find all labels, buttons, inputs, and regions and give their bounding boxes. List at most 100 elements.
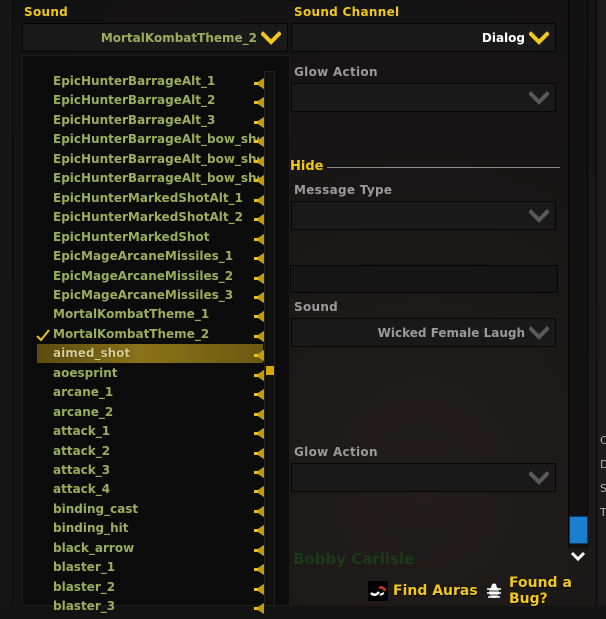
sound-option-label: EpicHunterMarkedShot <box>53 229 210 244</box>
sound-option-label: EpicMageArcaneMissiles_2 <box>53 268 234 283</box>
chevron-down-icon[interactable] <box>529 90 549 105</box>
found-a-bug-label: Found a Bug? <box>509 575 572 607</box>
hide-sound-value: Wicked Female Laugh <box>377 325 525 340</box>
scroll-down-icon[interactable] <box>570 549 586 563</box>
sound-option-label: MortalKombatTheme_1 <box>53 307 210 322</box>
sound-options-list[interactable]: EpicHunterBarrageAlt_1 EpicHunterBarrageA… <box>22 55 290 615</box>
chevron-down-icon[interactable] <box>529 30 549 45</box>
bug-icon <box>484 581 504 601</box>
glow-action-dropdown[interactable] <box>291 83 556 112</box>
sound-option[interactable]: attack_3 <box>37 461 264 480</box>
sound-option-label: EpicHunterBarrageAlt_bow_shoot... <box>53 132 259 147</box>
find-auras-label: Find Auras <box>393 583 478 599</box>
side-panel-letter: T <box>600 506 606 519</box>
section-divider <box>327 167 560 168</box>
sound-option-label: EpicHunterBarrageAlt_bow_shoot... <box>53 151 259 166</box>
sound-option[interactable]: EpicHunterBarrageAlt_bow_shoot... <box>37 130 264 149</box>
glow-action-label: Glow Action <box>294 65 378 79</box>
sound-option-label: black_arrow <box>53 540 135 555</box>
sound-option[interactable]: EpicHunterMarkedShot <box>37 228 264 247</box>
sound-option[interactable]: MortalKombatTheme_1 <box>37 305 264 324</box>
sound-channel-value: Dialog <box>481 30 525 45</box>
glow-action-2-dropdown[interactable] <box>291 463 556 492</box>
side-panel-letter: D <box>600 458 606 471</box>
chevron-down-icon[interactable] <box>529 208 549 223</box>
sound-option[interactable]: EpicMageArcaneMissiles_3 <box>37 286 264 305</box>
message-type-dropdown[interactable] <box>291 201 556 230</box>
sound-option[interactable]: arcane_1 <box>37 383 264 402</box>
glow-action-2-label: Glow Action <box>294 445 378 459</box>
sound-option[interactable]: EpicHunterBarrageAlt_1 <box>37 72 264 91</box>
sound-option[interactable]: black_arrow <box>37 539 264 558</box>
chevron-down-icon[interactable] <box>529 325 549 340</box>
sound-list-scroll-thumb[interactable] <box>266 366 274 376</box>
sound-option-label: EpicMageArcaneMissiles_1 <box>53 249 234 264</box>
sound-option[interactable]: binding_hit <box>37 519 264 538</box>
sound-option[interactable]: blaster_3 <box>37 597 264 616</box>
sound-option[interactable]: EpicHunterMarkedShotAlt_2 <box>37 208 264 227</box>
sound-option-label: EpicHunterMarkedShotAlt_2 <box>53 210 243 225</box>
message-text-input[interactable] <box>290 265 558 293</box>
chevron-down-icon[interactable] <box>261 30 281 45</box>
sound-option-label: EpicHunterBarrageAlt_1 <box>53 74 216 88</box>
sound-option-label: blaster_2 <box>53 579 116 594</box>
sound-option-label: EpicHunterMarkedShotAlt_1 <box>53 190 243 205</box>
sound-option-label: EpicHunterBarrageAlt_2 <box>53 93 216 108</box>
hide-sound-dropdown[interactable]: Wicked Female Laugh <box>291 318 556 347</box>
sound-option-label: attack_2 <box>53 443 111 458</box>
sound-option-label: arcane_2 <box>53 404 114 419</box>
sound-option-label: blaster_3 <box>53 599 116 614</box>
chevron-down-icon[interactable] <box>529 470 549 485</box>
options-scrollbar-track[interactable] <box>568 0 588 548</box>
sound-option-label: EpicHunterBarrageAlt_bow_shoot... <box>53 171 259 186</box>
sound-option-label: binding_cast <box>53 501 139 516</box>
hide-section-title: Hide <box>290 159 324 174</box>
sound-option[interactable]: MortalKombatTheme_2 <box>35 325 264 344</box>
side-panel-letter: S <box>600 482 606 495</box>
sound-option[interactable]: attack_2 <box>37 442 264 461</box>
sound-option-label: EpicMageArcaneMissiles_3 <box>53 287 234 302</box>
hide-sound-label: Sound <box>294 300 339 314</box>
sound-option[interactable]: EpicHunterMarkedShotAlt_1 <box>37 189 264 208</box>
sound-option[interactable]: attack_1 <box>37 422 264 441</box>
sound-option-label: MortalKombatTheme_2 <box>53 326 210 341</box>
sound-label: Sound <box>24 5 69 19</box>
sound-option[interactable]: arcane_2 <box>37 403 264 422</box>
sound-dropdown[interactable]: MortalKombatTheme_2 <box>22 23 288 52</box>
options-scrollbar-thumb[interactable] <box>569 516 588 544</box>
find-auras-icon <box>368 581 388 601</box>
sound-option-label: blaster_1 <box>53 560 116 575</box>
sound-option[interactable]: EpicHunterBarrageAlt_bow_shoot... <box>37 150 264 169</box>
sound-option-label: aoesprint <box>53 365 118 380</box>
sound-option-label: binding_hit <box>53 521 129 536</box>
left-panel-edge <box>0 0 13 606</box>
sound-option[interactable]: EpicMageArcaneMissiles_2 <box>37 267 264 286</box>
sound-option-label: attack_1 <box>53 424 111 439</box>
sound-dropdown-value: MortalKombatTheme_2 <box>100 30 257 45</box>
sound-option[interactable]: aimed_shot <box>37 344 264 364</box>
sound-option[interactable]: EpicHunterBarrageAlt_2 <box>37 91 264 110</box>
sound-option-label: aimed_shot <box>53 346 131 361</box>
sound-channel-dropdown[interactable]: Dialog <box>291 23 556 52</box>
sound-option-label: EpicHunterBarrageAlt_3 <box>53 112 216 127</box>
sound-option[interactable]: attack_4 <box>37 480 264 499</box>
sound-option-label: attack_3 <box>53 463 111 477</box>
sound-option-label: attack_4 <box>53 482 111 497</box>
message-type-label: Message Type <box>294 183 393 197</box>
sound-option[interactable]: EpicHunterBarrageAlt_bow_shoot... <box>37 169 264 188</box>
sound-option[interactable]: blaster_2 <box>37 578 264 597</box>
sound-option[interactable]: EpicHunterBarrageAlt_3 <box>37 111 264 130</box>
sound-channel-label: Sound Channel <box>294 5 400 19</box>
checkmark-icon <box>35 327 51 342</box>
sound-option[interactable]: blaster_1 <box>37 558 264 577</box>
sound-option[interactable]: binding_cast <box>37 500 264 519</box>
sound-list-scrollbar[interactable] <box>264 71 275 606</box>
found-a-bug-button[interactable]: Found a Bug? <box>484 575 606 607</box>
background-name-text: Bobby Carlisle <box>293 550 415 568</box>
sound-option[interactable]: aoesprint <box>37 364 264 383</box>
find-auras-button[interactable]: Find Auras <box>368 578 478 604</box>
sound-option-label: arcane_1 <box>53 385 114 400</box>
side-panel-letter: C <box>600 434 606 447</box>
hide-section-header: Hide <box>290 159 560 177</box>
sound-option[interactable]: EpicMageArcaneMissiles_1 <box>37 247 264 266</box>
